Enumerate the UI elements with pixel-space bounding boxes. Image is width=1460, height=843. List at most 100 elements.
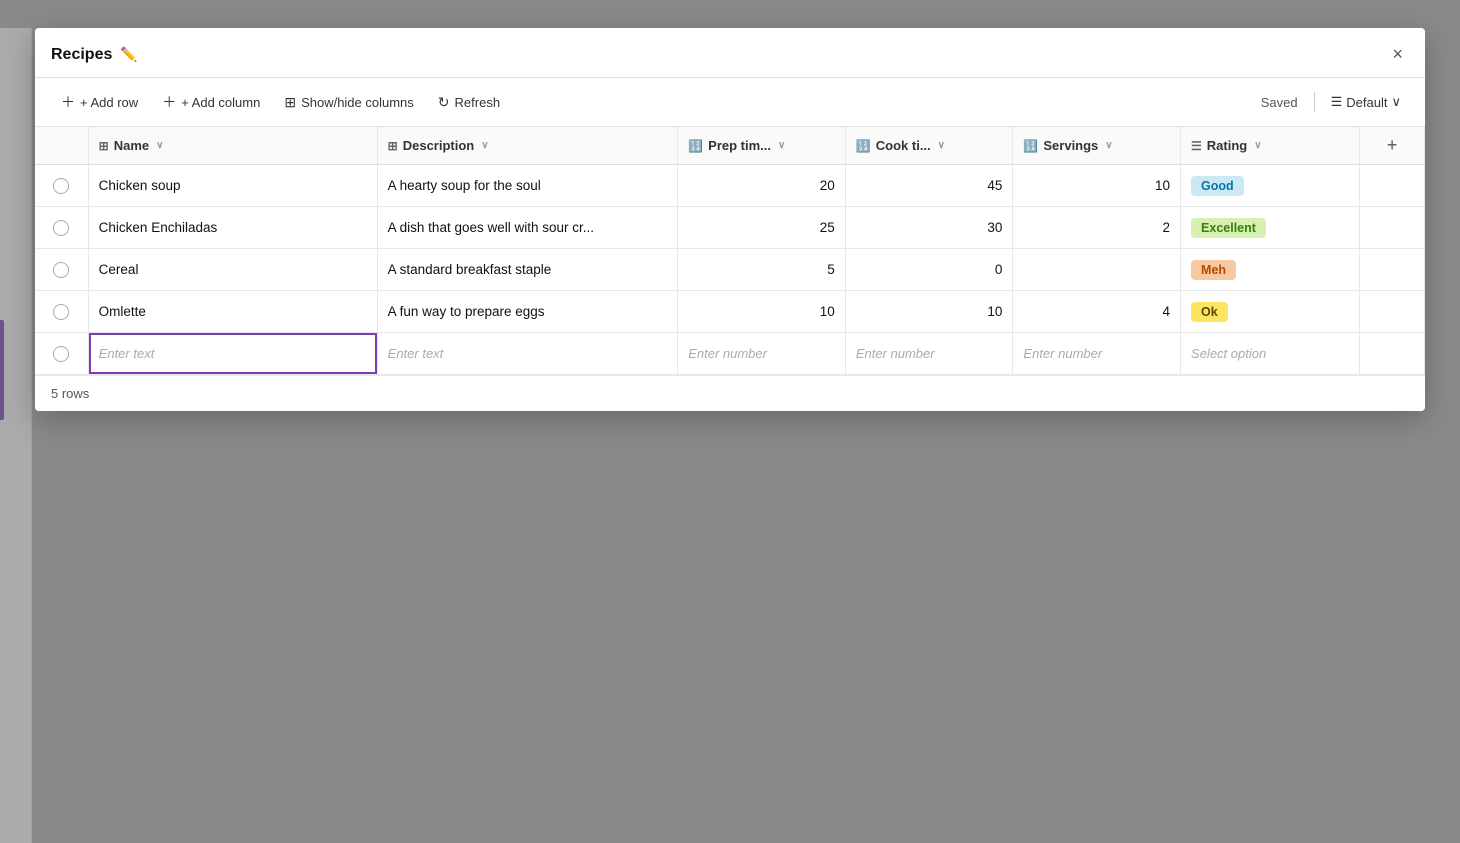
table-row: Cereal A standard breakfast staple 5 0 M…	[35, 249, 1425, 291]
row-desc-cell[interactable]: A dish that goes well with sour cr...	[377, 207, 678, 249]
add-row-button[interactable]: ＋ + Add row	[51, 86, 148, 118]
new-row-rating-cell[interactable]: Select option	[1181, 333, 1360, 375]
add-column-button[interactable]: ＋ + Add column	[152, 86, 270, 118]
row-rating-cell[interactable]: Good	[1181, 165, 1360, 207]
row-checkbox[interactable]	[53, 220, 69, 236]
row-servings-cell[interactable]: 2	[1013, 207, 1181, 249]
cook-col-icon: 🔢	[856, 139, 871, 153]
add-column-header[interactable]: +	[1360, 127, 1425, 165]
add-column-icon: ＋	[162, 92, 176, 112]
new-row-cook-placeholder: Enter number	[856, 346, 935, 361]
row-prep-cell[interactable]: 25	[678, 207, 846, 249]
row-prep-cell[interactable]: 5	[678, 249, 846, 291]
add-column-label: + Add column	[181, 95, 260, 110]
add-row-label: + Add row	[80, 95, 138, 110]
rating-badge: Meh	[1191, 260, 1236, 280]
row-desc-cell[interactable]: A hearty soup for the soul	[377, 165, 678, 207]
chevron-down-icon: ∨	[1391, 94, 1401, 110]
new-row-name-cell[interactable]: Enter text	[88, 333, 377, 375]
row-checkbox[interactable]	[53, 178, 69, 194]
new-row-extra-cell	[1360, 333, 1425, 375]
cook-time-column-header[interactable]: 🔢 Cook ti... ∨	[845, 127, 1013, 165]
row-servings-cell[interactable]: 4	[1013, 291, 1181, 333]
close-button[interactable]: ×	[1386, 42, 1409, 67]
row-cook-cell[interactable]: 45	[845, 165, 1013, 207]
desc-col-icon: ⊞	[388, 139, 398, 153]
row-servings-cell[interactable]	[1013, 249, 1181, 291]
new-row-servings-placeholder: Enter number	[1023, 346, 1102, 361]
table-row: Chicken Enchiladas A dish that goes well…	[35, 207, 1425, 249]
row-checkbox[interactable]	[53, 262, 69, 278]
row-rating-cell[interactable]: Ok	[1181, 291, 1360, 333]
row-prep-cell[interactable]: 20	[678, 165, 846, 207]
new-row: Enter text Enter text Enter number Enter…	[35, 333, 1425, 375]
row-name-cell[interactable]: Cereal	[88, 249, 377, 291]
name-col-icon: ⊞	[99, 139, 109, 153]
desc-sort-icon: ∨	[481, 140, 488, 151]
modal-footer: 5 rows	[35, 375, 1425, 411]
rating-sort-icon: ∨	[1254, 140, 1261, 151]
row-checkbox-cell[interactable]	[35, 291, 88, 333]
row-name-cell[interactable]: Chicken Enchiladas	[88, 207, 377, 249]
row-prep-cell[interactable]: 10	[678, 291, 846, 333]
prep-col-label: Prep tim...	[708, 138, 771, 153]
row-checkbox[interactable]	[53, 304, 69, 320]
toolbar: ＋ + Add row ＋ + Add column ⊞ Show/hide c…	[35, 78, 1425, 127]
prep-time-column-header[interactable]: 🔢 Prep tim... ∨	[678, 127, 846, 165]
prep-col-icon: 🔢	[688, 139, 703, 153]
rating-col-icon: ☰	[1191, 139, 1202, 153]
row-extra-cell	[1360, 291, 1425, 333]
table-wrapper: ⊞ Name ∨ ⊞ Description ∨	[35, 127, 1425, 375]
table-row: Omlette A fun way to prepare eggs 10 10 …	[35, 291, 1425, 333]
row-cook-cell[interactable]: 0	[845, 249, 1013, 291]
row-checkbox-cell[interactable]	[35, 207, 88, 249]
rating-col-label: Rating	[1207, 138, 1247, 153]
row-desc-cell[interactable]: A standard breakfast staple	[377, 249, 678, 291]
row-name-cell[interactable]: Omlette	[88, 291, 377, 333]
select-all-header	[35, 127, 88, 165]
modal-titlebar: Recipes ✏️ ×	[35, 28, 1425, 78]
refresh-button[interactable]: ↻ Refresh	[428, 88, 510, 117]
recipes-table: ⊞ Name ∨ ⊞ Description ∨	[35, 127, 1425, 375]
refresh-icon: ↻	[438, 94, 450, 111]
row-name-cell[interactable]: Chicken soup	[88, 165, 377, 207]
edit-icon[interactable]: ✏️	[120, 46, 137, 63]
new-row-checkbox-cell[interactable]	[35, 333, 88, 375]
show-hide-button[interactable]: ⊞ Show/hide columns	[274, 88, 423, 117]
refresh-label: Refresh	[455, 95, 501, 110]
new-row-desc-placeholder: Enter text	[388, 346, 444, 361]
add-row-icon: ＋	[61, 92, 75, 112]
row-rating-cell[interactable]: Meh	[1181, 249, 1360, 291]
list-icon: ☰	[1331, 94, 1343, 110]
prep-sort-icon: ∨	[778, 140, 785, 151]
row-desc-cell[interactable]: A fun way to prepare eggs	[377, 291, 678, 333]
desc-col-label: Description	[403, 138, 475, 153]
new-row-desc-cell[interactable]: Enter text	[377, 333, 678, 375]
servings-column-header[interactable]: 🔢 Servings ∨	[1013, 127, 1181, 165]
new-row-prep-cell[interactable]: Enter number	[678, 333, 846, 375]
show-hide-icon: ⊞	[284, 94, 296, 111]
row-extra-cell	[1360, 165, 1425, 207]
view-label: Default	[1346, 95, 1387, 110]
rating-column-header[interactable]: ☰ Rating ∨	[1181, 127, 1360, 165]
recipes-modal: Recipes ✏️ × ＋ + Add row ＋ + Add column …	[35, 28, 1425, 411]
view-selector[interactable]: ☰ Default ∨	[1323, 90, 1409, 114]
name-col-label: Name	[114, 138, 149, 153]
new-row-checkbox[interactable]	[53, 346, 69, 362]
row-checkbox-cell[interactable]	[35, 249, 88, 291]
row-cook-cell[interactable]: 30	[845, 207, 1013, 249]
name-column-header[interactable]: ⊞ Name ∨	[88, 127, 377, 165]
new-row-servings-cell[interactable]: Enter number	[1013, 333, 1181, 375]
servings-col-icon: 🔢	[1023, 139, 1038, 153]
description-column-header[interactable]: ⊞ Description ∨	[377, 127, 678, 165]
row-rating-cell[interactable]: Excellent	[1181, 207, 1360, 249]
table-row: Chicken soup A hearty soup for the soul …	[35, 165, 1425, 207]
row-cook-cell[interactable]: 10	[845, 291, 1013, 333]
row-count: 5 rows	[51, 386, 89, 401]
add-column-header-button[interactable]: +	[1370, 135, 1414, 156]
new-row-cook-cell[interactable]: Enter number	[845, 333, 1013, 375]
row-checkbox-cell[interactable]	[35, 165, 88, 207]
saved-label: Saved	[1261, 95, 1298, 110]
cook-col-label: Cook ti...	[876, 138, 931, 153]
row-servings-cell[interactable]: 10	[1013, 165, 1181, 207]
